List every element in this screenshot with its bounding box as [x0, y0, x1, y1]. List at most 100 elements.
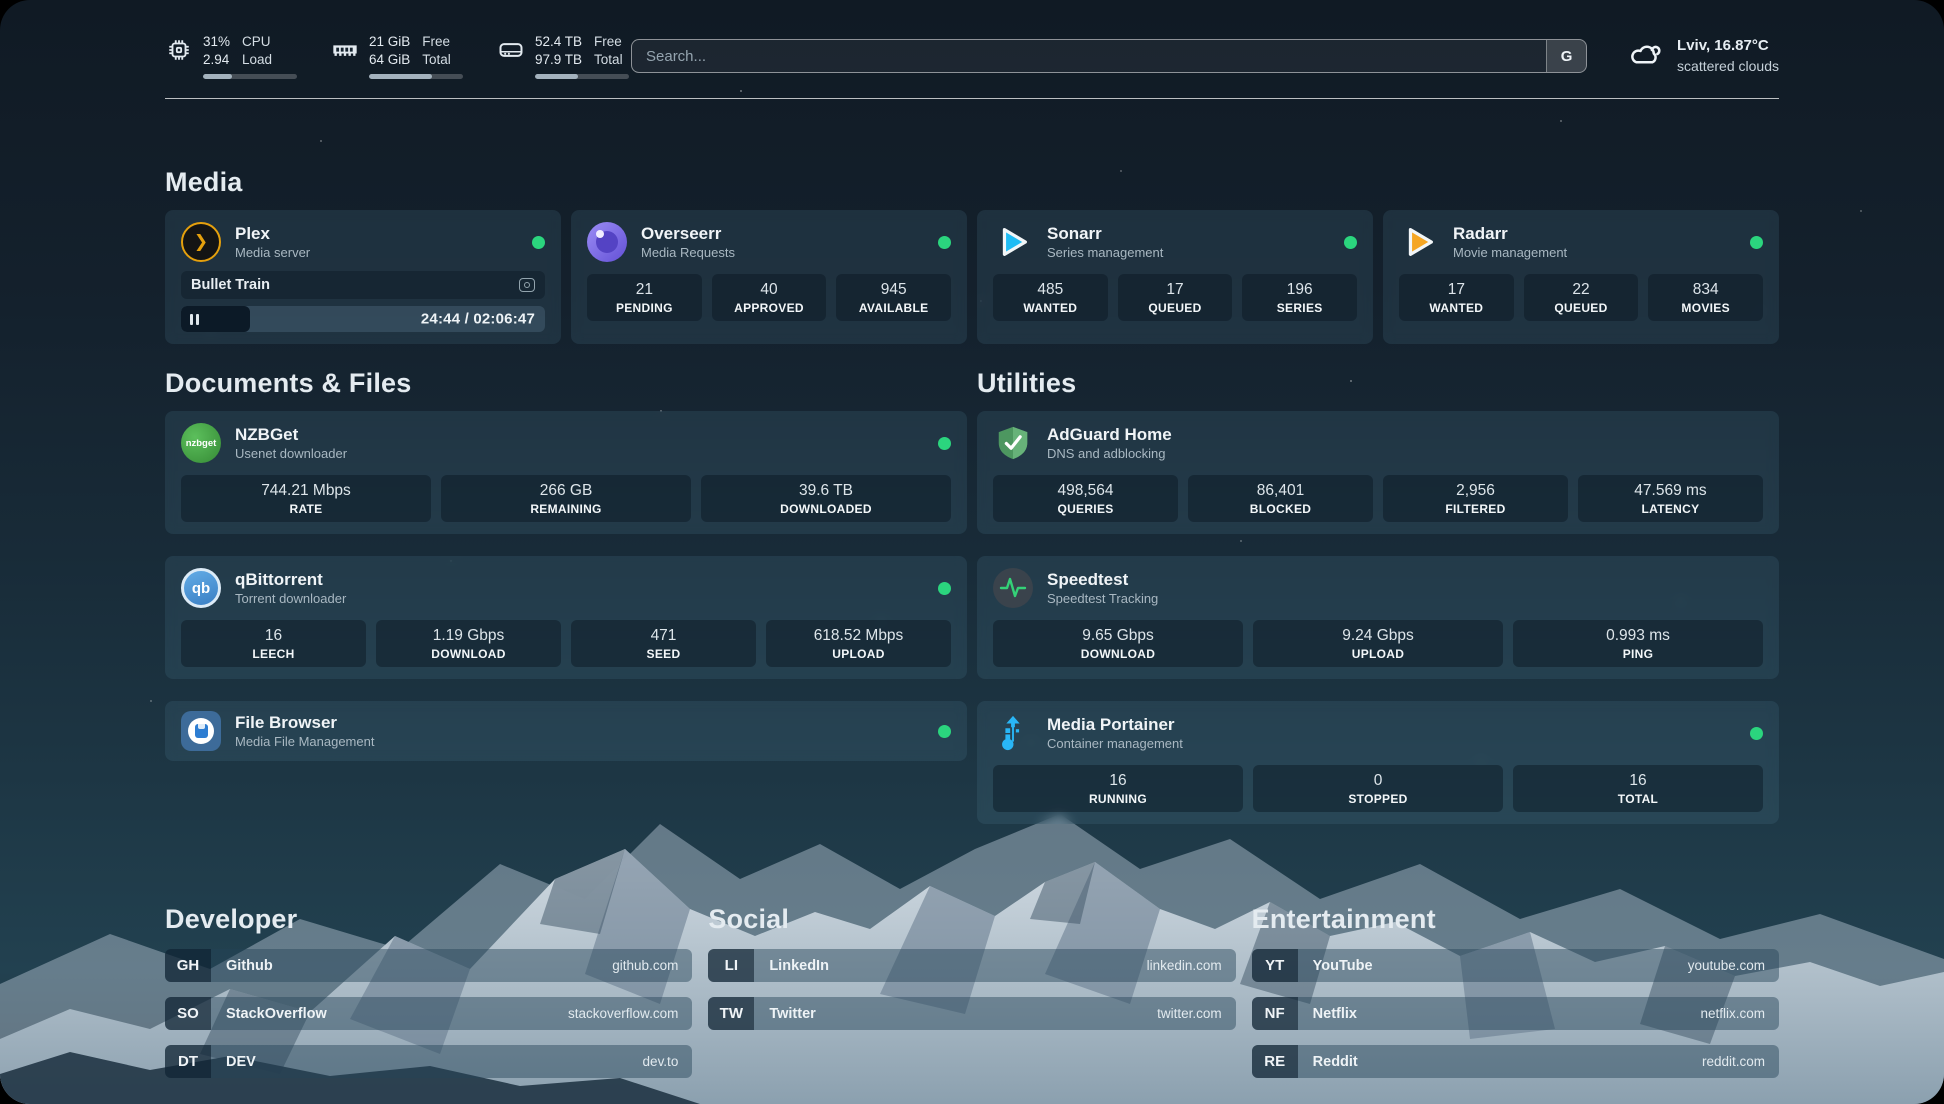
disk-progress-bar — [535, 74, 629, 79]
stat-total: 16 TOTAL — [1513, 765, 1763, 812]
ram-icon — [331, 33, 359, 67]
app-card-radarr[interactable]: Radarr Movie management 17 WANTED 22 QUE… — [1383, 210, 1779, 344]
stat-queries: 498,564 QUERIES — [993, 475, 1178, 522]
app-name: Speedtest — [1047, 569, 1158, 591]
now-playing-title: Bullet Train — [191, 277, 270, 293]
stat-blocked: 86,401 BLOCKED — [1188, 475, 1373, 522]
bookmark-github[interactable]: GH Github github.com — [165, 949, 692, 982]
bookmark-name: Reddit — [1313, 1054, 1358, 1070]
playback-time: 24:44 / 02:06:47 — [421, 311, 535, 328]
stat-pending: 21 PENDING — [587, 274, 702, 321]
stat-stopped: 0 STOPPED — [1253, 765, 1503, 812]
stat-movies: 834 MOVIES — [1648, 274, 1763, 321]
app-description: Usenet downloader — [235, 446, 347, 463]
status-dot — [938, 725, 951, 738]
stat-series: 196 SERIES — [1242, 274, 1357, 321]
stat-available: 945 AVAILABLE — [836, 274, 951, 321]
search-input[interactable] — [632, 40, 1546, 72]
system-stats: 31% 2.94 CPU Load — [165, 33, 609, 78]
sonarr-icon — [993, 222, 1033, 262]
plex-icon: ❯ — [181, 222, 221, 262]
stat-downloaded: 39.6 TB DOWNLOADED — [701, 475, 951, 522]
bookmark-url: linkedin.com — [1147, 958, 1222, 973]
dashboard-screen: 31% 2.94 CPU Load — [0, 0, 1944, 1104]
app-card-sonarr[interactable]: Sonarr Series management 485 WANTED 17 Q… — [977, 210, 1373, 344]
app-card-portainer[interactable]: Media Portainer Container management 16 … — [977, 701, 1779, 824]
app-card-plex[interactable]: ❯ Plex Media server Bullet Train 24:44 / — [165, 210, 561, 344]
cpu-progress-bar — [203, 74, 297, 79]
weather-widget: Lviv, 16.87°C scattered clouds — [1625, 36, 1779, 76]
ram-label-total: Total — [422, 51, 451, 69]
cpu-label-1: CPU — [242, 33, 272, 51]
stat-leech: 16 LEECH — [181, 620, 366, 667]
stat-upload: 618.52 Mbps UPLOAD — [766, 620, 951, 667]
section-title-developer: Developer — [165, 904, 692, 935]
app-description: Speedtest Tracking — [1047, 591, 1158, 608]
disk-label-free: Free — [594, 33, 623, 51]
section-title-documents-files: Documents & Files — [165, 368, 967, 399]
pause-icon[interactable] — [190, 314, 199, 325]
bookmark-name: Netflix — [1313, 1006, 1357, 1022]
bookmarks-row: Developer GH Github github.com SO StackO… — [165, 904, 1779, 1093]
stat-queued: 17 QUEUED — [1118, 274, 1233, 321]
bookmark-url: twitter.com — [1157, 1006, 1222, 1021]
bookmark-name: Github — [226, 958, 273, 974]
section-title-entertainment: Entertainment — [1252, 904, 1779, 935]
bookmark-twitter[interactable]: TW Twitter twitter.com — [708, 997, 1235, 1030]
top-bar: 31% 2.94 CPU Load — [165, 30, 1779, 82]
app-card-adguard[interactable]: AdGuard Home DNS and adblocking 498,564 … — [977, 411, 1779, 534]
stat-ping: 0.993 ms PING — [1513, 620, 1763, 667]
ram-progress-bar — [369, 74, 463, 79]
section-title-utilities: Utilities — [977, 368, 1779, 399]
app-card-overseerr[interactable]: Overseerr Media Requests 21 PENDING 40 A… — [571, 210, 967, 344]
search-engine-button[interactable]: G — [1546, 40, 1586, 72]
status-dot — [1344, 236, 1357, 249]
app-name: Media Portainer — [1047, 714, 1183, 736]
bookmark-group-social: Social LI LinkedIn linkedin.com TW Twitt… — [708, 904, 1235, 1093]
documents-files-column: Documents & Files nzbget NZBGet Usenet d… — [165, 344, 967, 846]
ram-value-free: 21 GiB — [369, 33, 410, 51]
stat-filtered: 2,956 FILTERED — [1383, 475, 1568, 522]
app-card-filebrowser[interactable]: File Browser Media File Management — [165, 701, 967, 761]
stat-latency: 47.569 ms LATENCY — [1578, 475, 1763, 522]
status-dot — [1750, 727, 1763, 740]
status-dot — [938, 582, 951, 595]
weather-location-temperature: Lviv, 16.87°C — [1677, 36, 1779, 56]
filebrowser-icon — [181, 711, 221, 751]
stat-approved: 40 APPROVED — [712, 274, 827, 321]
status-dot — [532, 236, 545, 249]
app-card-nzbget[interactable]: nzbget NZBGet Usenet downloader 744.21 M… — [165, 411, 967, 534]
app-name: NZBGet — [235, 424, 347, 446]
stat-upload: 9.24 Gbps UPLOAD — [1253, 620, 1503, 667]
bookmark-group-entertainment: Entertainment YT YouTube youtube.com NF … — [1252, 904, 1779, 1093]
bookmark-group-developer: Developer GH Github github.com SO StackO… — [165, 904, 692, 1093]
app-card-qbittorrent[interactable]: qb qBittorrent Torrent downloader 16 LEE… — [165, 556, 967, 679]
bookmark-name: Twitter — [769, 1006, 815, 1022]
app-description: DNS and adblocking — [1047, 446, 1172, 463]
app-description: Movie management — [1453, 245, 1567, 262]
bookmark-name: LinkedIn — [769, 958, 829, 974]
app-name: Sonarr — [1047, 223, 1163, 245]
plex-now-playing: Bullet Train — [181, 271, 545, 299]
app-card-speedtest[interactable]: Speedtest Speedtest Tracking 9.65 Gbps D… — [977, 556, 1779, 679]
plex-playback-progress: 24:44 / 02:06:47 — [181, 306, 545, 332]
app-description: Media Requests — [641, 245, 735, 262]
cpu-value-percent: 31% — [203, 33, 230, 51]
bookmark-linkedin[interactable]: LI LinkedIn linkedin.com — [708, 949, 1235, 982]
header-separator — [165, 98, 1779, 99]
qbittorrent-icon: qb — [181, 568, 221, 608]
section-title-media: Media — [165, 167, 1779, 198]
stat-queued: 22 QUEUED — [1524, 274, 1639, 321]
bookmark-netflix[interactable]: NF Netflix netflix.com — [1252, 997, 1779, 1030]
bookmark-reddit[interactable]: RE Reddit reddit.com — [1252, 1045, 1779, 1078]
cpu-value-load: 2.94 — [203, 51, 230, 69]
bookmark-stackoverflow[interactable]: SO StackOverflow stackoverflow.com — [165, 997, 692, 1030]
app-name: Plex — [235, 223, 310, 245]
cloud-icon — [1625, 36, 1665, 76]
nzbget-icon: nzbget — [181, 423, 221, 463]
bookmark-youtube[interactable]: YT YouTube youtube.com — [1252, 949, 1779, 982]
app-description: Container management — [1047, 736, 1183, 753]
bookmark-name: DEV — [226, 1054, 256, 1070]
radarr-icon — [1399, 222, 1439, 262]
bookmark-dev[interactable]: DT DEV dev.to — [165, 1045, 692, 1078]
